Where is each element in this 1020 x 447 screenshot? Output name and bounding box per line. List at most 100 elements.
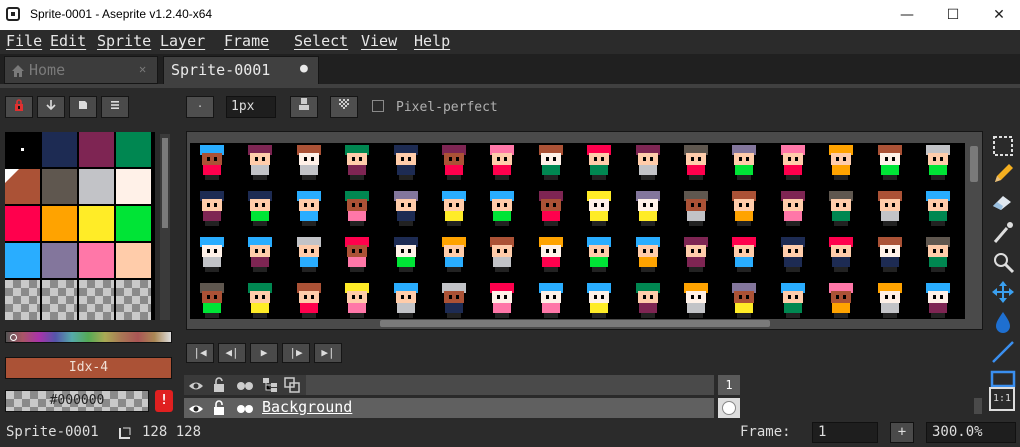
palette-scrollbar-thumb[interactable]: [162, 138, 168, 228]
maximize-button[interactable]: ☐: [930, 0, 976, 30]
menu-view[interactable]: View: [361, 32, 397, 50]
continuous-header-icon[interactable]: [236, 378, 254, 397]
palette-swatch[interactable]: [116, 243, 151, 278]
tab-sprite-0001[interactable]: Sprite-0001 ●: [163, 56, 319, 84]
save-icon: [77, 100, 89, 114]
hue-slider-handle[interactable]: [10, 334, 17, 341]
tab-home[interactable]: Home ✕: [4, 56, 158, 84]
sprite-face: [879, 245, 900, 257]
palette-save-button[interactable]: [69, 96, 97, 118]
layer-tree-icon[interactable]: [262, 377, 278, 397]
brush-size-field[interactable]: 1px: [226, 96, 276, 118]
palette-swatch[interactable]: [79, 206, 114, 241]
palette-swatch[interactable]: [42, 132, 77, 167]
last-frame-button[interactable]: ▶|: [314, 343, 342, 363]
visibility-header-icon[interactable]: [188, 378, 204, 397]
sprite-legs: [737, 313, 752, 318]
timeline-scrollbar[interactable]: [974, 398, 982, 414]
eye-icon[interactable]: [188, 401, 204, 420]
warning-icon[interactable]: !: [155, 390, 173, 412]
palette-swatch[interactable]: [5, 243, 40, 278]
cel-cell[interactable]: [718, 398, 740, 418]
palette-swatch[interactable]: [79, 169, 114, 204]
sprite-body: [541, 257, 560, 267]
sprite-eye: [933, 249, 936, 253]
tab-home-close-icon[interactable]: ✕: [139, 62, 146, 76]
pencil-tool[interactable]: [989, 160, 1017, 188]
sprite-eye: [843, 295, 847, 299]
canvas-vertical-scrollbar[interactable]: [970, 146, 978, 182]
move-tool[interactable]: [989, 278, 1017, 306]
layer-row[interactable]: Background: [184, 398, 714, 418]
modified-dot-icon[interactable]: ●: [300, 61, 308, 76]
unlock-icon[interactable]: [212, 400, 226, 420]
lock-header-icon[interactable]: [212, 377, 226, 397]
brush-type-button[interactable]: ·: [186, 96, 214, 118]
sprite-face: [589, 291, 610, 303]
pixel-mode-button[interactable]: [330, 96, 358, 118]
eraser-tool[interactable]: [989, 188, 1017, 216]
menu-edit[interactable]: Edit: [50, 32, 86, 50]
frame-number-header[interactable]: 1: [718, 375, 740, 395]
palette-swatch[interactable]: [116, 132, 151, 167]
previous-frame-button[interactable]: ◀|: [218, 343, 246, 363]
palette-swatch[interactable]: [42, 206, 77, 241]
palette-swatch-transparent[interactable]: [116, 280, 151, 320]
palette-swatch-transparent[interactable]: [5, 280, 40, 320]
onion-skin-icon[interactable]: [284, 377, 300, 397]
sprite-legs: [785, 313, 800, 318]
palette-swatch[interactable]: [42, 243, 77, 278]
menu-frame[interactable]: Frame: [224, 32, 269, 50]
menu-select[interactable]: Select: [294, 32, 348, 50]
line-tool[interactable]: [989, 338, 1017, 366]
sprite-character: [924, 283, 952, 319]
frame-label: Frame:: [740, 424, 791, 440]
palette-swatch[interactable]: [79, 132, 114, 167]
sprite-face: [686, 199, 706, 211]
sprite-legs: [495, 267, 510, 272]
menu-layer[interactable]: Layer: [160, 32, 205, 50]
sprite-body: [735, 165, 754, 175]
zoom-tool[interactable]: [989, 248, 1017, 276]
palette-lock-button[interactable]: [5, 96, 33, 118]
layer-name[interactable]: Background: [262, 398, 352, 416]
paint-bucket-tool[interactable]: [989, 308, 1017, 336]
menu-sprite[interactable]: Sprite: [97, 32, 151, 50]
menu-file[interactable]: File: [6, 32, 42, 50]
canvas-horizontal-scrollbar[interactable]: [380, 320, 770, 327]
sprite-canvas[interactable]: [190, 143, 965, 319]
ink-button[interactable]: [290, 96, 318, 118]
sprite-legs: [447, 267, 461, 272]
palette-swatch[interactable]: [116, 206, 151, 241]
palette-swatch-transparent[interactable]: [79, 280, 114, 320]
rectangle-tool[interactable]: [989, 368, 1017, 388]
palette-menu-button[interactable]: [101, 96, 129, 118]
frame-input[interactable]: 1: [812, 422, 878, 443]
continuous-icon[interactable]: [236, 401, 254, 420]
palette-swatch[interactable]: [42, 169, 77, 204]
palette-swatch[interactable]: [79, 243, 114, 278]
palette-swatch-transparent[interactable]: [42, 280, 77, 320]
close-window-button[interactable]: ✕: [976, 0, 1020, 30]
menu-help[interactable]: Help: [414, 32, 450, 50]
zoom-field[interactable]: 300.0%: [926, 422, 1016, 443]
pixel-perfect-checkbox[interactable]: [372, 100, 384, 112]
palette-swatch[interactable]: [5, 206, 40, 241]
palette-arrow-button[interactable]: [37, 96, 65, 118]
play-button[interactable]: ▶: [250, 343, 278, 363]
eyedropper-tool[interactable]: [989, 218, 1017, 246]
first-frame-button[interactable]: |◀: [186, 343, 214, 363]
minimize-button[interactable]: —: [884, 0, 930, 30]
hue-slider[interactable]: [5, 331, 172, 343]
rectangular-marquee-tool[interactable]: [989, 132, 1017, 160]
sprite-body: [783, 211, 802, 221]
sprite-face: [395, 199, 416, 211]
zoom-1-1-button[interactable]: 1:1: [989, 387, 1015, 411]
palette-swatch[interactable]: [116, 169, 151, 204]
add-frame-button[interactable]: +: [890, 422, 914, 443]
sprite-eye: [407, 295, 411, 299]
next-frame-button[interactable]: |▶: [282, 343, 310, 363]
foreground-color-button[interactable]: Idx-4: [5, 357, 172, 379]
palette-scrollbar[interactable]: [160, 134, 170, 320]
background-color-button[interactable]: #000000: [5, 390, 149, 412]
